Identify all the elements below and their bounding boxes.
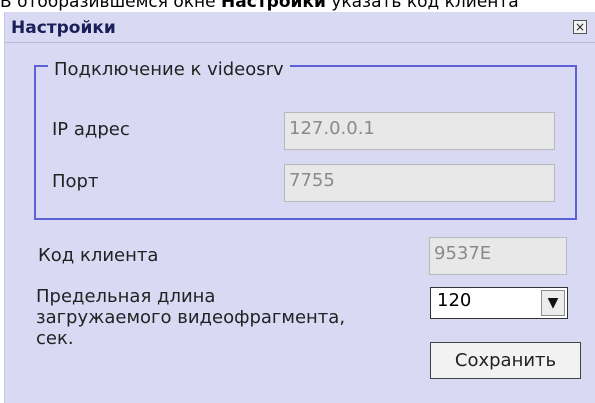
background-instruction: В отобразившемся окне Настройки указать … — [0, 0, 595, 12]
dialog-title: Настройки — [11, 18, 116, 38]
group-legend: Подключение к videosrv — [48, 59, 290, 80]
background-text-1: В отобразившемся окне — [0, 0, 222, 12]
background-text-2: указать код клиента — [325, 0, 519, 12]
max-length-select[interactable]: 120 ▼ — [430, 287, 568, 319]
background-text-bold: Настройки — [221, 0, 326, 12]
title-bar[interactable]: Настройки × — [5, 12, 595, 43]
close-icon: × — [574, 20, 586, 34]
close-button[interactable]: × — [573, 20, 587, 34]
max-length-line-3: сек. — [36, 328, 74, 349]
save-button[interactable]: Сохранить — [430, 342, 581, 379]
port-label: Порт — [52, 171, 99, 192]
max-length-line-2: загружаемого видеофрагмента, — [36, 307, 346, 328]
port-field[interactable]: 7755 — [284, 164, 555, 202]
ip-label: IP адрес — [52, 119, 130, 140]
client-code-field[interactable]: 9537E — [429, 237, 567, 275]
max-length-value: 120 — [437, 290, 472, 311]
max-length-line-1: Предельная длина — [36, 286, 216, 307]
max-video-length-label: Предельная длина загружаемого видеофрагм… — [36, 286, 396, 349]
ip-address-field[interactable]: 127.0.0.1 — [284, 112, 555, 150]
chevron-down-icon[interactable]: ▼ — [541, 290, 565, 316]
client-code-label: Код клиента — [38, 245, 159, 266]
